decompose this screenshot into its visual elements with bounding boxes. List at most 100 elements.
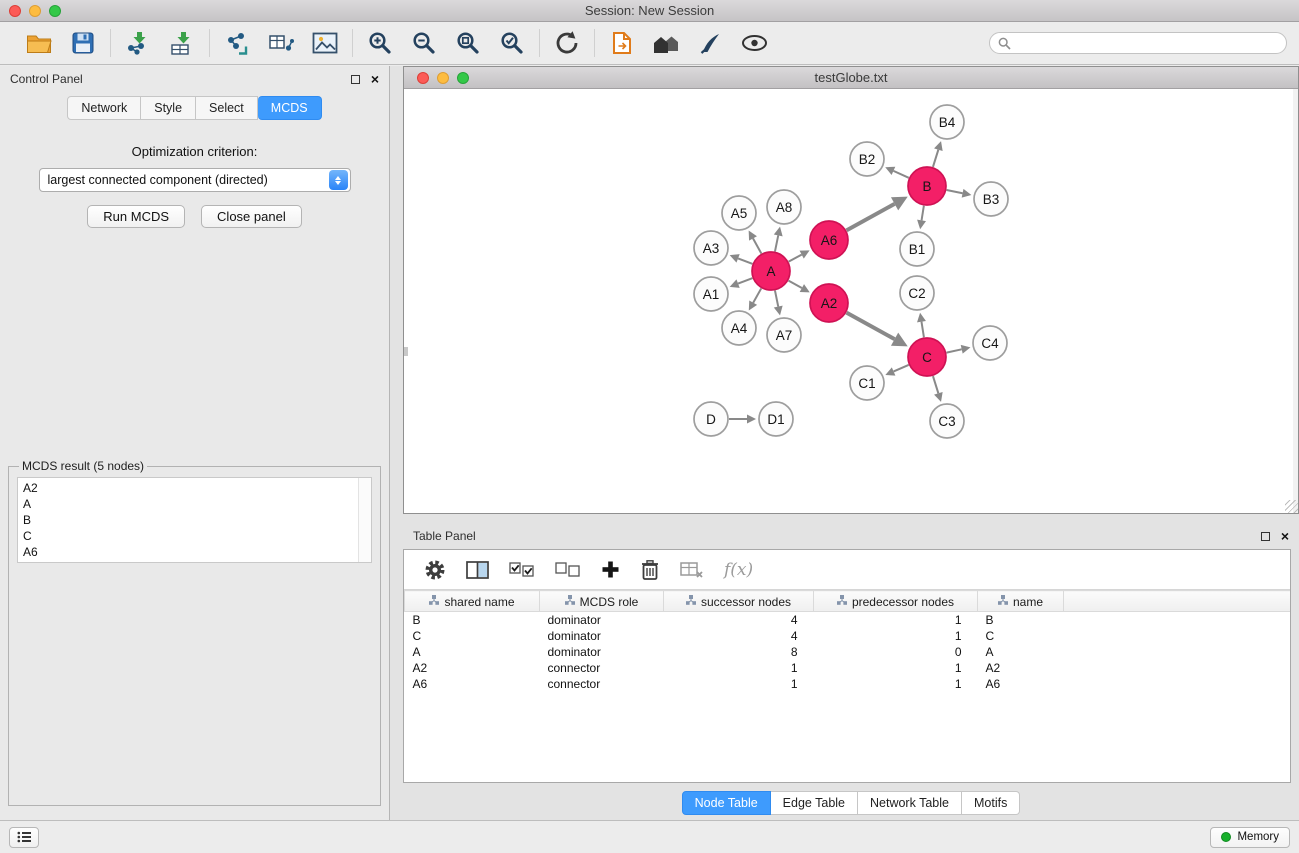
tab-style[interactable]: Style (141, 96, 196, 120)
float-panel-icon[interactable] (351, 75, 360, 84)
export-network-button[interactable] (222, 28, 252, 58)
network-canvas[interactable]: B4B2BB3A5A8A6B1A3AC2A1A2A4A7C4CC1C3DD1 (404, 89, 1298, 513)
zoom-selected-icon (500, 31, 524, 55)
search-input[interactable] (1016, 36, 1278, 50)
edge-arrowhead (774, 227, 783, 237)
dropdown-stepper-icon[interactable] (329, 170, 348, 190)
close-window-button[interactable] (9, 5, 21, 17)
network-edge-A6-B[interactable] (847, 204, 895, 230)
dropdown-selected-value: largest connected component (directed) (40, 173, 329, 187)
zoom-in-button[interactable] (365, 28, 395, 58)
table-row-B[interactable]: Bdominator41B (405, 612, 1291, 628)
tab-node-table[interactable]: Node Table (682, 791, 771, 815)
network-edge-A-A6[interactable] (789, 255, 802, 262)
zoom-fit-button[interactable] (453, 28, 483, 58)
export-image-button[interactable] (310, 28, 340, 58)
tab-network[interactable]: Network (67, 96, 141, 120)
zoom-selected-button[interactable] (497, 28, 527, 58)
network-edge-A-A1[interactable] (738, 278, 752, 283)
close-panel-button[interactable]: Close panel (201, 205, 302, 228)
clear-selection-button[interactable] (555, 561, 581, 579)
save-session-button[interactable] (68, 28, 98, 58)
tab-network-table[interactable]: Network Table (858, 791, 962, 815)
function-builder-button[interactable]: f(x) (724, 560, 753, 580)
table-row-A6[interactable]: A6connector11A6 (405, 676, 1291, 692)
network-edge-B-B4[interactable] (933, 150, 938, 167)
memory-status-icon (1221, 832, 1231, 842)
network-minimize-button[interactable] (437, 72, 449, 84)
show-columns-button[interactable] (466, 560, 489, 580)
network-edge-A-A7[interactable] (775, 291, 778, 307)
run-mcds-button[interactable]: Run MCDS (87, 205, 185, 228)
network-edge-B-B3[interactable] (947, 190, 963, 193)
mcds-result-item[interactable]: A (23, 496, 371, 512)
network-edge-A-A3[interactable] (738, 258, 752, 263)
tab-mcds[interactable]: MCDS (258, 96, 322, 120)
control-panel-tabs: Network Style Select MCDS (0, 96, 389, 120)
float-table-panel-icon[interactable] (1261, 532, 1270, 541)
mcds-result-item[interactable]: C (23, 528, 371, 544)
node-label-A4: A4 (731, 321, 748, 336)
close-panel-icon[interactable]: × (371, 73, 379, 85)
tab-select[interactable]: Select (196, 96, 258, 120)
node-label-C1: C1 (858, 376, 875, 391)
zoom-out-button[interactable] (409, 28, 439, 58)
toolbar-search[interactable] (989, 32, 1287, 54)
tab-edge-table[interactable]: Edge Table (771, 791, 858, 815)
network-edge-C-C1[interactable] (894, 365, 909, 372)
window-resize-handle[interactable] (1285, 500, 1298, 513)
delete-column-button[interactable] (640, 559, 660, 581)
result-list-scrollbar[interactable] (358, 478, 371, 562)
mcds-result-item[interactable]: A2 (23, 480, 371, 496)
column-header-name[interactable]: name (978, 591, 1064, 612)
column-header-MCDS-role[interactable]: MCDS role (540, 591, 664, 612)
network-edge-C-C4[interactable] (947, 349, 962, 352)
mcds-result-item[interactable]: A6 (23, 544, 371, 560)
table-row-A2[interactable]: A2connector11A2 (405, 660, 1291, 676)
apply-layout-button[interactable] (552, 28, 582, 58)
column-header-shared-name[interactable]: shared name (405, 591, 540, 612)
window-titlebar[interactable]: Session: New Session (0, 0, 1299, 22)
show-graphics-details-button[interactable] (739, 28, 769, 58)
network-window-titlebar[interactable]: testGlobe.txt (404, 67, 1298, 89)
memory-button[interactable]: Memory (1210, 827, 1290, 848)
column-header-successor-nodes[interactable]: successor nodes (664, 591, 814, 612)
network-edge-C-C2[interactable] (921, 322, 923, 338)
tab-motifs[interactable]: Motifs (962, 791, 1020, 815)
table-settings-button[interactable] (424, 559, 446, 581)
home-views-button[interactable] (651, 28, 681, 58)
network-edge-A-A4[interactable] (753, 288, 761, 302)
annotation-button[interactable] (607, 28, 637, 58)
network-edge-A-A5[interactable] (753, 238, 761, 253)
optimization-criterion-label: Optimization criterion: (0, 144, 389, 159)
export-network-table-button[interactable] (266, 28, 296, 58)
optimization-criterion-select[interactable]: largest connected component (directed) (39, 168, 351, 192)
mcds-result-item[interactable]: B (23, 512, 371, 528)
node-table-area[interactable]: shared nameMCDS rolesuccessor nodesprede… (404, 590, 1290, 782)
close-table-panel-icon[interactable]: × (1281, 530, 1289, 542)
add-column-button[interactable] (601, 560, 620, 579)
style-brush-button[interactable] (695, 28, 725, 58)
network-edge-C-C3[interactable] (933, 376, 938, 393)
import-table-file-button[interactable] (167, 28, 197, 58)
mcds-result-list[interactable]: A2ABCA6 (17, 477, 372, 563)
zoom-window-button[interactable] (49, 5, 61, 17)
task-history-button[interactable] (9, 827, 39, 848)
network-close-button[interactable] (417, 72, 429, 84)
minimize-window-button[interactable] (29, 5, 41, 17)
network-graph[interactable]: B4B2BB3A5A8A6B1A3AC2A1A2A4A7C4CC1C3DD1 (404, 89, 1292, 513)
import-network-file-button[interactable] (123, 28, 153, 58)
table-row-C[interactable]: Cdominator41C (405, 628, 1291, 644)
network-edge-B-B1[interactable] (922, 206, 924, 221)
network-edge-A-A8[interactable] (775, 235, 778, 251)
select-all-button[interactable] (509, 561, 535, 579)
network-zoom-button[interactable] (457, 72, 469, 84)
delete-table-button[interactable] (680, 560, 704, 580)
open-file-button[interactable] (24, 28, 54, 58)
home-icon (652, 32, 680, 54)
column-header-predecessor-nodes[interactable]: predecessor nodes (814, 591, 978, 612)
network-edge-A-A2[interactable] (789, 281, 802, 288)
table-row-A[interactable]: Adominator80A (405, 644, 1291, 660)
network-edge-B-B2[interactable] (893, 171, 908, 178)
network-edge-A2-C[interactable] (847, 313, 895, 339)
